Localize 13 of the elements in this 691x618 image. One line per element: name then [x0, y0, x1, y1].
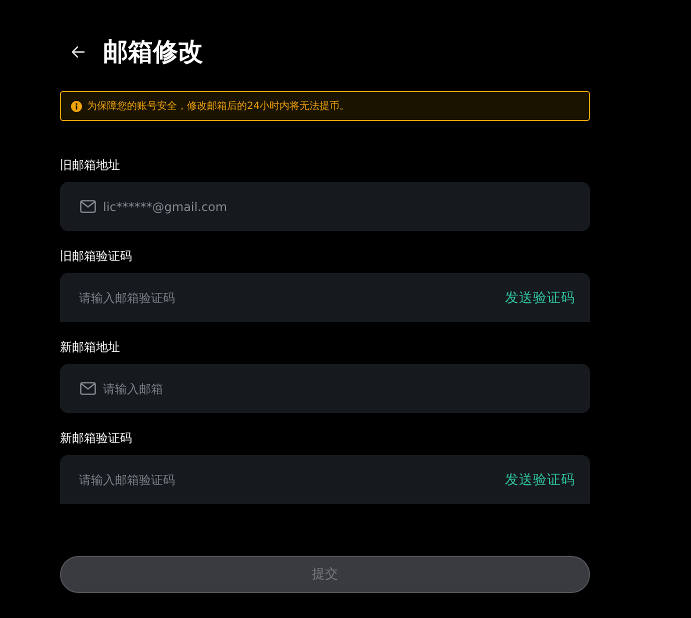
field-label: 新邮箱地址: [60, 339, 121, 355]
send-code-link[interactable]: 发送验证码: [505, 287, 575, 308]
back-arrow-icon[interactable]: [71, 46, 85, 58]
email-field[interactable]: 请输入邮箱: [60, 364, 590, 413]
mail-icon: [80, 200, 96, 213]
field-label: 旧邮箱地址: [60, 157, 121, 173]
notice-text: 为保障您的账号安全，修改邮箱后的24小时内将无法提币。: [87, 100, 350, 114]
field-label: 新邮箱验证码: [60, 430, 133, 446]
field-label: 旧邮箱验证码: [60, 248, 133, 264]
page-title: 邮箱修改: [103, 36, 203, 68]
send-code-link[interactable]: 发送验证码: [505, 469, 575, 490]
info-icon: [71, 100, 82, 112]
mail-icon: [80, 382, 96, 395]
